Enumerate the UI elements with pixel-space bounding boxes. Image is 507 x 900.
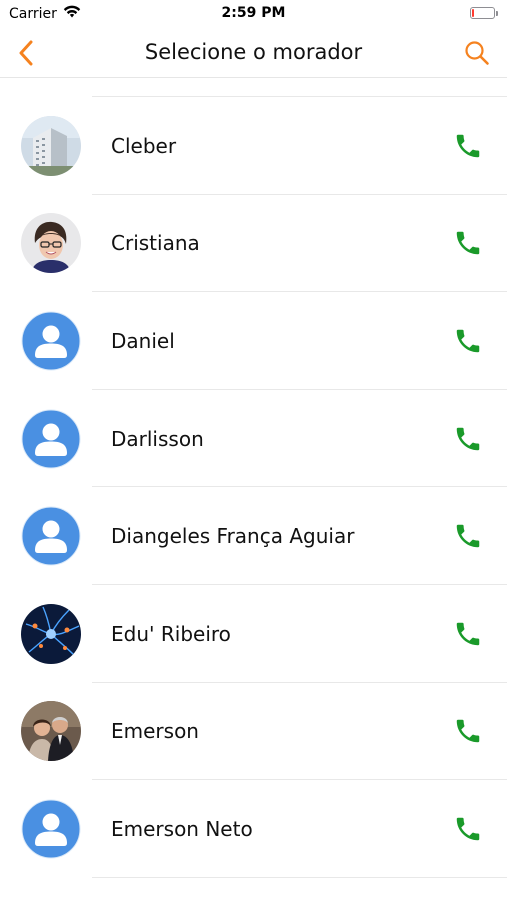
list-item[interactable]: Emerson: [0, 683, 507, 781]
avatar: [21, 311, 81, 371]
avatar: [21, 115, 81, 176]
resident-name: Cristiana: [111, 231, 200, 256]
chevron-left-icon: [19, 40, 33, 66]
list-item[interactable]: Diangeles França Aguiar: [0, 487, 507, 585]
resident-name: Darlisson: [111, 426, 204, 451]
user-icon: [21, 506, 81, 566]
back-button[interactable]: [10, 37, 42, 69]
resident-name: Emerson Neto: [111, 816, 253, 841]
search-icon: [465, 41, 489, 65]
phone-icon: [456, 524, 480, 548]
resident-name: Emerson: [111, 719, 199, 744]
status-bar: Carrier 2:59 PM: [0, 0, 507, 28]
people-photo: [21, 701, 81, 762]
resident-name: Diangeles França Aguiar: [111, 524, 355, 549]
avatar: [21, 799, 81, 859]
page-title: Selecione o morador: [144, 40, 363, 64]
phone-icon: [456, 427, 480, 450]
call-button[interactable]: [451, 129, 485, 163]
user-icon: [21, 799, 81, 859]
list-item[interactable]: Cristiana: [0, 195, 507, 293]
battery-level: [472, 9, 474, 17]
phone-icon: [456, 134, 480, 158]
resident-name: Edu' Ribeiro: [111, 621, 231, 646]
call-button[interactable]: [451, 324, 485, 358]
avatar: [21, 506, 81, 566]
resident-list: Cleber Cristiana Daniel Darlisson Diange…: [0, 79, 507, 878]
call-button[interactable]: [451, 617, 485, 651]
battery-icon: [470, 7, 498, 19]
phone-icon: [456, 817, 480, 841]
avatar: [21, 603, 81, 664]
user-icon: [21, 409, 81, 469]
list-item[interactable]: Daniel: [0, 292, 507, 390]
call-button[interactable]: [451, 226, 485, 260]
list-item[interactable]: Emerson Neto: [0, 780, 507, 878]
avatar: [21, 409, 81, 469]
phone-icon: [456, 232, 480, 255]
phone-icon: [456, 622, 480, 646]
phone-icon: [456, 720, 480, 743]
call-button[interactable]: [451, 422, 485, 456]
resident-name: Cleber: [111, 133, 177, 158]
search-button[interactable]: [461, 37, 493, 69]
list-item[interactable]: Darlisson: [0, 390, 507, 488]
list-item[interactable]: Edu' Ribeiro: [0, 585, 507, 683]
list-top-divider: [92, 79, 507, 97]
avatar: [21, 213, 81, 274]
building-photo: [21, 115, 81, 176]
status-time: 2:59 PM: [221, 5, 286, 21]
user-icon: [21, 311, 81, 371]
neurons-photo: [21, 603, 81, 664]
phone-icon: [456, 329, 480, 353]
resident-name: Daniel: [111, 328, 175, 353]
person-photo: [21, 213, 81, 274]
call-button[interactable]: [451, 714, 485, 748]
call-button[interactable]: [451, 519, 485, 553]
list-item[interactable]: Cleber: [0, 97, 507, 195]
call-button[interactable]: [451, 812, 485, 846]
avatar: [21, 701, 81, 762]
navigation-bar: Selecione o morador: [0, 28, 507, 78]
